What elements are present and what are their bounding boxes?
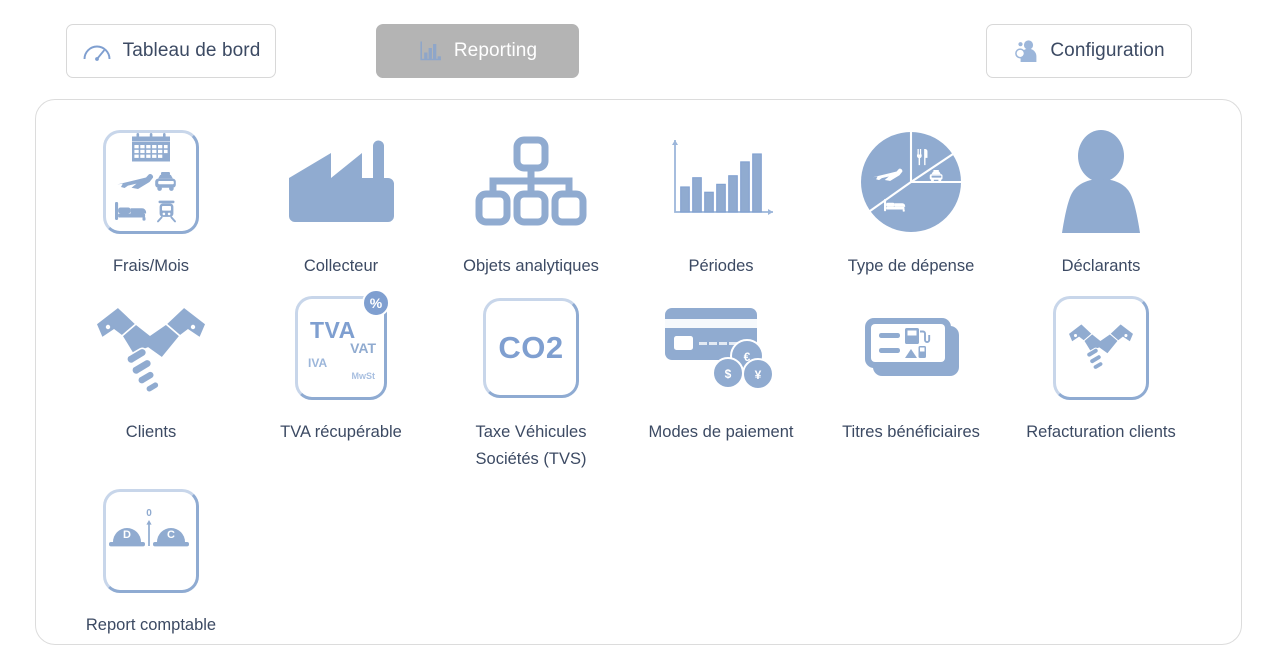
report-tile-grid: Frais/Mois Collecteur Objets analytiques… [56, 114, 1226, 639]
handshake-card-icon [1006, 289, 1196, 407]
factory-icon [246, 123, 436, 241]
coin-jpy-symbol: ¥ [755, 368, 762, 382]
chart-bar [704, 191, 714, 213]
bar-chart-axes-icon [626, 123, 816, 241]
chart-bar [716, 183, 726, 213]
chart-bar [752, 153, 762, 213]
org-chart-icon [436, 123, 626, 241]
handshake-icon [56, 289, 246, 407]
bar-chart-icon [418, 40, 443, 63]
vat-de-text: MwSt [351, 371, 376, 381]
credit-card-coins-icon: € $ ¥ [626, 289, 816, 407]
vat-card-icon: TVA VAT IVA MwSt % [246, 289, 436, 407]
tab-configuration[interactable]: Configuration [986, 24, 1192, 78]
tile-report-comptable[interactable]: D C 0 Report comptable [56, 473, 246, 639]
percent-symbol: % [369, 295, 383, 311]
tile-label: Titres bénéficiaires [842, 423, 980, 441]
tile-label: Report comptable [85, 616, 217, 634]
percent-badge-icon: % [362, 289, 390, 317]
voucher-cards-icon [816, 289, 1006, 407]
gauge-icon [82, 40, 112, 62]
tab-reporting[interactable]: Reporting [376, 24, 579, 78]
calendar-travel-card-icon [56, 123, 246, 241]
tile-type-de-depense[interactable]: Type de dépense [816, 114, 1006, 280]
reporting-screen: Tableau de bord Reporting Configuration … [0, 0, 1277, 665]
chart-bar [680, 186, 690, 213]
tile-label: Objets analytiques [463, 257, 599, 275]
tile-label: Déclarants [1061, 257, 1141, 275]
tile-label: Périodes [688, 257, 754, 275]
reporting-panel: Frais/Mois Collecteur Objets analytiques… [35, 99, 1242, 645]
tile-collecteur[interactable]: Collecteur [246, 114, 436, 280]
coin-usd-symbol: $ [725, 367, 732, 381]
debit-letter: D [123, 529, 131, 541]
tile-declarants[interactable]: Déclarants [1006, 114, 1196, 280]
tile-titres-beneficiaires[interactable]: Titres bénéficiaires [816, 280, 1006, 473]
tile-refacturation-clients[interactable]: Refacturation clients [1006, 280, 1196, 473]
balance-number: 0 [146, 508, 152, 519]
tile-label: TVA récupérable [280, 423, 402, 441]
co2-card-icon: CO2 [436, 289, 626, 407]
tile-frais-mois[interactable]: Frais/Mois [56, 114, 246, 280]
tile-label: Refacturation clients [1026, 423, 1176, 441]
tab-label: Tableau de bord [122, 40, 261, 61]
tile-periodes[interactable]: Périodes [626, 114, 816, 280]
tile-modes-de-paiement[interactable]: € $ ¥ Modes de paiement [626, 280, 816, 473]
tile-label: Clients [125, 423, 177, 441]
tile-tva-recuperable[interactable]: TVA VAT IVA MwSt % TVA récupérable [246, 280, 436, 473]
tile-label: Collecteur [303, 257, 379, 275]
tile-label: Type de dépense [847, 257, 975, 275]
tab-label: Configuration [1050, 40, 1165, 61]
debit-credit-card-icon: D C 0 [56, 482, 246, 600]
tile-label: Frais/Mois [112, 257, 190, 275]
pie-chart-expense-icon [816, 123, 1006, 241]
tab-label: Reporting [453, 40, 538, 61]
main-tab-bar: Tableau de bord Reporting Configuration [0, 24, 1277, 82]
person-silhouette-icon [1006, 123, 1196, 241]
tile-clients[interactable]: Clients [56, 280, 246, 473]
vat-main-text: TVA [310, 317, 356, 343]
vat-es-text: IVA [308, 356, 328, 370]
tab-tableau-de-bord[interactable]: Tableau de bord [66, 24, 276, 78]
user-settings-icon [1013, 38, 1039, 64]
tile-taxe-vehicules-societes[interactable]: CO2 Taxe Véhicules Sociétés (TVS) [436, 280, 626, 473]
tile-label: Taxe Véhicules Sociétés (TVS) [475, 423, 587, 468]
chart-bar [692, 177, 702, 213]
co2-text: CO2 [498, 330, 564, 365]
vat-en-text: VAT [350, 340, 376, 356]
chart-bar [728, 175, 738, 213]
chart-bar [740, 161, 750, 213]
tile-label: Modes de paiement [648, 423, 794, 441]
credit-letter: C [167, 529, 175, 541]
tile-objets-analytiques[interactable]: Objets analytiques [436, 114, 626, 280]
